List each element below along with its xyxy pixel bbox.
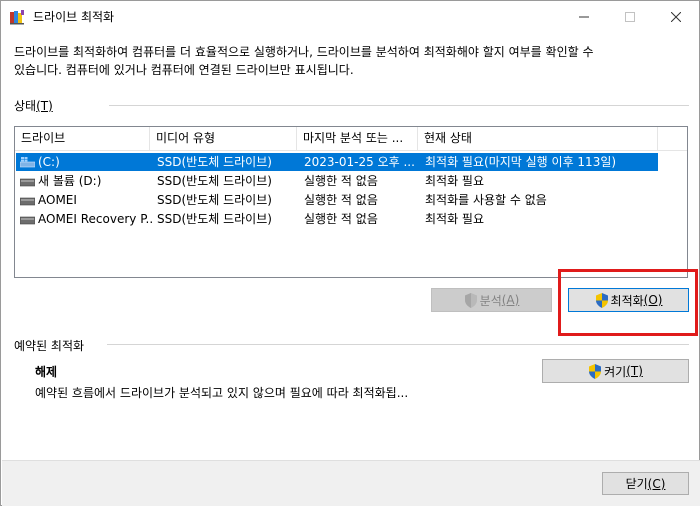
optimize-drives-window: 드라이브 최적화 드라이브를 최적화하여 컴퓨터를 더 효율적으로 실행하거나,… <box>0 0 700 506</box>
minimize-button[interactable] <box>561 1 607 32</box>
media-type: SSD(반도체 드라이브) <box>157 193 272 207</box>
drive-name: AOMEI Recovery P... <box>38 212 154 226</box>
analyze-button[interactable]: 분석 (A) <box>431 288 552 312</box>
scheduled-description: 예약된 흐름에서 드라이브가 분석되고 있지 않으며 필요에 따라 최적화됩..… <box>35 386 409 400</box>
drive-name: 새 볼륨 (D:) <box>38 174 102 188</box>
last-run: 2023-01-25 오후 ... <box>304 155 415 169</box>
dialog-footer <box>2 460 700 506</box>
column-header-drive[interactable]: 드라이브 <box>15 127 150 151</box>
scheduled-divider <box>107 344 689 345</box>
scheduled-state: 해제 <box>35 365 58 379</box>
column-header-last-run[interactable]: 마지막 분석 또는 ... <box>297 127 418 151</box>
drive-icon <box>20 197 35 206</box>
description-line-1: 드라이브를 최적화하여 컴퓨터를 더 효율적으로 실행하거나, 드라이브를 분석… <box>14 45 594 59</box>
maximize-button[interactable] <box>607 1 653 32</box>
highlight-annotation-box <box>558 269 698 336</box>
minimize-icon <box>579 16 589 17</box>
list-header: 드라이브 미디어 유형 마지막 분석 또는 ... 현재 상태 <box>15 127 687 151</box>
close-mnemonic: (C) <box>647 476 666 491</box>
status-section-label: 상태(T) <box>14 99 53 113</box>
turn-on-mnemonic: (T) <box>626 364 643 378</box>
windows-drive-icon <box>20 157 35 168</box>
table-row[interactable]: AOMEI SSD(반도체 드라이브) 실행한 적 없음 최적화를 사용할 수 … <box>16 191 658 209</box>
status-mnemonic: (T) <box>36 99 53 113</box>
status-divider <box>109 105 689 106</box>
description-line-2: 있습니다. 컴퓨터에 있거나 컴퓨터에 연결된 드라이브만 표시됩니다. <box>14 63 354 77</box>
media-type: SSD(반도체 드라이브) <box>157 212 272 226</box>
media-type: SSD(반도체 드라이브) <box>157 155 272 169</box>
maximize-icon <box>625 11 635 22</box>
drive-icon <box>20 178 35 187</box>
last-run: 실행한 적 없음 <box>304 174 378 188</box>
description: 드라이브를 최적화하여 컴퓨터를 더 효율적으로 실행하거나, 드라이브를 분석… <box>14 43 684 79</box>
analyze-label: 분석 <box>479 293 502 308</box>
table-row[interactable]: AOMEI Recovery P... SSD(반도체 드라이브) 실행한 적 … <box>16 210 658 228</box>
drives-list[interactable]: 드라이브 미디어 유형 마지막 분석 또는 ... 현재 상태 (C:) SSD… <box>14 126 688 278</box>
column-header-media-type[interactable]: 미디어 유형 <box>150 127 297 151</box>
current-status: 최적화를 사용할 수 없음 <box>425 193 547 207</box>
analyze-mnemonic: (A) <box>501 293 520 307</box>
current-status: 최적화 필요 <box>425 174 485 188</box>
column-header-current-status[interactable]: 현재 상태 <box>418 127 658 151</box>
close-label: 닫기 <box>625 477 648 491</box>
window-title: 드라이브 최적화 <box>33 10 115 24</box>
drive-name: (C:) <box>38 155 60 169</box>
close-icon <box>671 11 681 22</box>
turn-on-button[interactable]: 켜기 (T) <box>542 359 689 383</box>
turn-on-label: 켜기 <box>604 364 627 379</box>
last-run: 실행한 적 없음 <box>304 212 378 226</box>
title-bar: 드라이브 최적화 <box>1 1 699 32</box>
close-button[interactable]: 닫기 (C) <box>602 472 689 495</box>
uac-shield-icon <box>464 292 477 308</box>
table-row[interactable]: 새 볼륨 (D:) SSD(반도체 드라이브) 실행한 적 없음 최적화 필요 <box>16 172 658 190</box>
drive-name: AOMEI <box>38 193 77 207</box>
scheduled-section-label: 예약된 최적화 <box>14 339 85 353</box>
defrag-app-icon <box>10 10 24 25</box>
table-row[interactable]: (C:) SSD(반도체 드라이브) 2023-01-25 오후 ... 최적화… <box>16 153 658 171</box>
last-run: 실행한 적 없음 <box>304 193 378 207</box>
current-status: 최적화 필요 <box>425 212 485 226</box>
uac-shield-icon <box>589 363 602 379</box>
drive-icon <box>20 216 35 225</box>
current-status: 최적화 필요(마지막 실행 이후 113일) <box>425 155 617 169</box>
media-type: SSD(반도체 드라이브) <box>157 174 272 188</box>
close-window-button[interactable] <box>653 1 699 32</box>
